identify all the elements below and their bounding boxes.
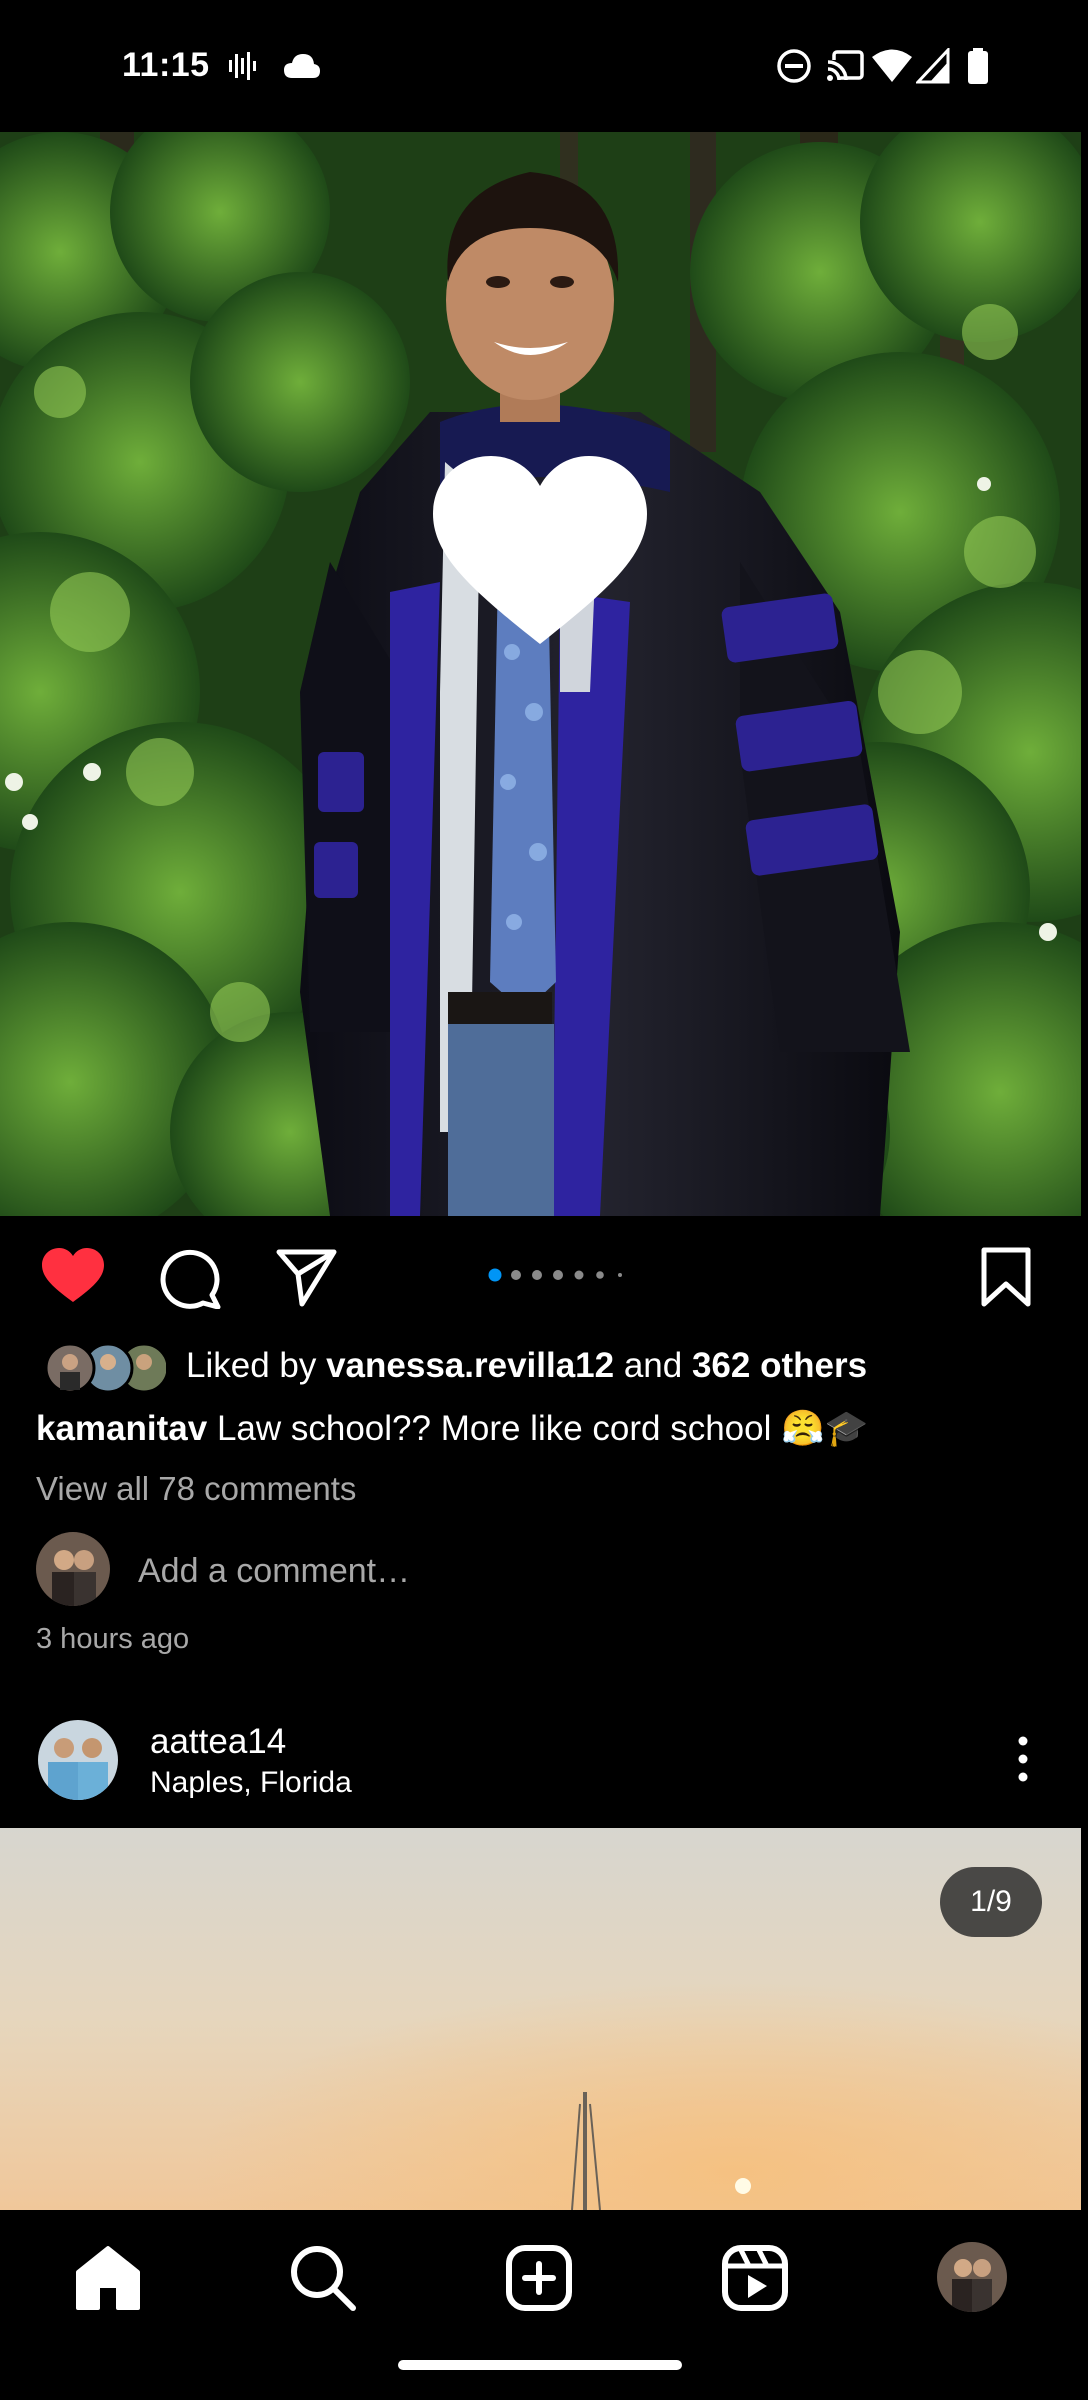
add-comment-input[interactable]: Add a comment…	[138, 1552, 410, 1591]
reels-icon[interactable]	[717, 2240, 793, 2316]
carousel-dots	[488, 1268, 622, 1282]
signal-icon	[916, 48, 950, 84]
post-timestamp: 3 hours ago	[36, 1623, 190, 1655]
liked-by-avatars[interactable]	[36, 1340, 170, 1396]
carousel-counter: 1/9	[940, 1867, 1042, 1937]
double-tap-heart-icon	[433, 456, 647, 644]
profile-avatar[interactable]	[937, 2242, 1007, 2312]
heart-filled-icon[interactable]	[42, 1248, 104, 1304]
status-time: 11:15	[122, 46, 210, 84]
cloud-icon	[284, 54, 320, 78]
wifi-icon	[872, 49, 912, 82]
create-icon[interactable]	[501, 2240, 577, 2316]
comment-icon[interactable]	[160, 1247, 222, 1309]
liked-by-others[interactable]: 362 others	[692, 1346, 867, 1385]
send-icon[interactable]	[276, 1248, 338, 1308]
current-user-avatar	[36, 1532, 110, 1606]
liked-by-user[interactable]: vanessa.revilla12	[326, 1346, 614, 1385]
home-icon[interactable]	[70, 2240, 146, 2316]
post-photo[interactable]	[0, 132, 1081, 1216]
caption: kamanitav Law school?? More like cord sc…	[36, 1408, 868, 1449]
next-post-location[interactable]: Naples, Florida	[150, 1766, 352, 1800]
caption-username[interactable]: kamanitav	[36, 1409, 207, 1448]
do-not-disturb-icon	[777, 49, 811, 83]
next-post-username[interactable]: aattea14	[150, 1722, 286, 1762]
liked-by-prefix: Liked by	[186, 1346, 327, 1385]
bookmark-icon[interactable]	[980, 1246, 1032, 1308]
gesture-home-indicator[interactable]	[398, 2360, 682, 2370]
liked-by-and: and	[614, 1346, 692, 1385]
voicemail-icon	[229, 52, 256, 80]
more-vertical-icon[interactable]	[1006, 1734, 1040, 1784]
next-post-avatar[interactable]	[38, 1720, 118, 1800]
liked-by-text[interactable]: Liked by vanessa.revilla12 and 362 other…	[186, 1346, 867, 1386]
search-icon[interactable]	[285, 2240, 361, 2316]
next-post-photo[interactable]	[0, 1828, 1081, 2210]
battery-icon	[968, 48, 988, 84]
cast-icon	[826, 50, 864, 84]
view-all-comments-link[interactable]: View all 78 comments	[36, 1470, 356, 1508]
caption-text: Law school?? More like cord school 😤🎓	[207, 1409, 869, 1448]
